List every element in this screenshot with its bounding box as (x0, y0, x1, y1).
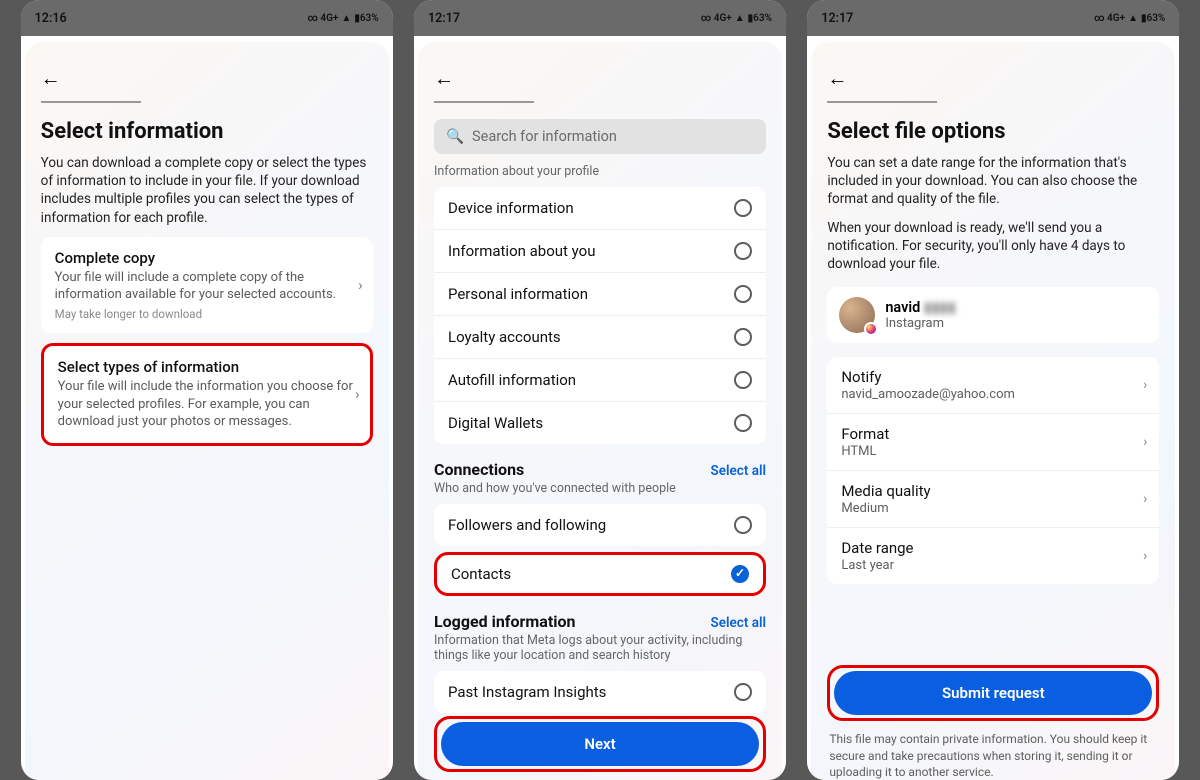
arrow-left-icon: ← (41, 66, 61, 90)
connections-list: Followers and following (434, 504, 766, 546)
status-icons: ∞ 4G+ ▲ ▮63% (1094, 13, 1165, 24)
sheet: ← Select file options You can set a date… (811, 42, 1175, 780)
sheet: ← Select information You can download a … (25, 42, 389, 780)
highlight-box: Submit request (827, 665, 1159, 721)
account-name: navid ▮▮▮▮ (885, 299, 956, 316)
clock: 12:17 (428, 11, 460, 26)
option-title: Select types of information (58, 358, 356, 376)
next-button[interactable]: Next (441, 722, 759, 766)
radio-icon[interactable] (734, 516, 752, 534)
privacy-footnote: This file may contain private informatio… (827, 731, 1159, 780)
list-item[interactable]: Device information (434, 187, 766, 230)
radio-checked-icon[interactable] (731, 565, 749, 583)
list-item[interactable]: Loyalty accounts (434, 316, 766, 359)
logged-header: Logged information Select all (434, 612, 766, 631)
back-button[interactable]: ← (827, 60, 937, 103)
arrow-left-icon: ← (434, 66, 454, 90)
section-title: Connections (434, 460, 524, 479)
option-sub: Your file will include a complete copy o… (55, 269, 359, 304)
instagram-badge-icon (864, 322, 878, 336)
page-title: Select file options (827, 119, 1159, 144)
chevron-right-icon: › (1143, 491, 1147, 507)
status-icons: ∞ 4G+ ▲ ▮63% (307, 13, 378, 24)
radio-icon[interactable] (734, 285, 752, 303)
chevron-right-icon: › (355, 385, 360, 403)
profile-info-list: Device information Information about you… (434, 187, 766, 444)
section-sub: Who and how you've connected with people (434, 481, 766, 496)
logged-list: Past Instagram Insights (434, 671, 766, 713)
phone-screen-3: 12:17 ∞ 4G+ ▲ ▮63% ← Select file options… (807, 0, 1179, 780)
search-placeholder: Search for information (472, 128, 617, 145)
phone-screen-1: 12:16 ∞ 4G+ ▲ ▮63% ← Select information … (21, 0, 393, 780)
highlight-box: Next (434, 716, 766, 772)
list-item[interactable]: Past Instagram Insights (434, 671, 766, 713)
arrow-left-icon: ← (827, 66, 847, 90)
option-sub: Your file will include the information y… (58, 378, 356, 431)
list-item[interactable]: Information about you (434, 230, 766, 273)
option-format[interactable]: Format HTML › (827, 414, 1159, 471)
sheet: ← 🔍 Search for information Information a… (418, 42, 782, 780)
radio-icon[interactable] (734, 414, 752, 432)
bottom-bar: Next (434, 708, 766, 772)
option-complete-copy[interactable]: Complete copy Your file will include a c… (41, 237, 373, 333)
status-bar: 12:17 ∞ 4G+ ▲ ▮63% (414, 0, 786, 36)
page-description: You can set a date range for the informa… (827, 154, 1159, 209)
bottom-bar: Submit request This file may contain pri… (827, 657, 1159, 780)
chevron-right-icon: › (358, 276, 363, 294)
account-platform: Instagram (885, 316, 956, 331)
radio-icon[interactable] (734, 683, 752, 701)
account-card: navid ▮▮▮▮ Instagram (827, 287, 1159, 343)
back-button[interactable]: ← (41, 60, 141, 103)
chevron-right-icon: › (1143, 548, 1147, 564)
chevron-right-icon: › (1143, 377, 1147, 393)
clock: 12:17 (821, 11, 853, 26)
section-sub: Information that Meta logs about your ac… (434, 633, 766, 663)
phone-screen-2: 12:17 ∞ 4G+ ▲ ▮63% ← 🔍 Search for inform… (414, 0, 786, 780)
status-bar: 12:17 ∞ 4G+ ▲ ▮63% (807, 0, 1179, 36)
list-item[interactable]: Followers and following (434, 504, 766, 546)
search-input[interactable]: 🔍 Search for information (434, 119, 766, 154)
list-item[interactable]: Digital Wallets (434, 402, 766, 444)
list-item[interactable]: Autofill information (434, 359, 766, 402)
list-item-contacts[interactable]: Contacts (434, 552, 766, 596)
status-icons: ∞ 4G+ ▲ ▮63% (701, 13, 772, 24)
status-bar: 12:16 ∞ 4G+ ▲ ▮63% (21, 0, 393, 36)
connections-header: Connections Select all (434, 460, 766, 479)
back-button[interactable]: ← (434, 60, 534, 103)
file-options-list: Notify navid_amoozade@yahoo.com › Format… (827, 357, 1159, 584)
submit-request-button[interactable]: Submit request (834, 671, 1152, 715)
page-description-2: When your download is ready, we'll send … (827, 219, 1159, 274)
select-all-link[interactable]: Select all (711, 463, 766, 479)
radio-icon[interactable] (734, 328, 752, 346)
avatar (839, 297, 875, 333)
search-icon: 🔍 (446, 128, 464, 145)
option-date-range[interactable]: Date range Last year › (827, 528, 1159, 584)
radio-icon[interactable] (734, 242, 752, 260)
option-notify[interactable]: Notify navid_amoozade@yahoo.com › (827, 357, 1159, 414)
page-description: You can download a complete copy or sele… (41, 154, 373, 227)
option-select-types[interactable]: Select types of information Your file wi… (41, 343, 373, 446)
page-title: Select information (41, 119, 373, 144)
radio-icon[interactable] (734, 371, 752, 389)
clock: 12:16 (35, 11, 67, 26)
chevron-right-icon: › (1143, 434, 1147, 450)
option-hint: May take longer to download (55, 307, 359, 321)
profile-section-label: Information about your profile (434, 164, 766, 179)
radio-icon[interactable] (734, 199, 752, 217)
option-title: Complete copy (55, 249, 359, 267)
section-title: Logged information (434, 612, 575, 631)
list-item[interactable]: Personal information (434, 273, 766, 316)
select-all-link[interactable]: Select all (711, 615, 766, 631)
option-media-quality[interactable]: Media quality Medium › (827, 471, 1159, 528)
